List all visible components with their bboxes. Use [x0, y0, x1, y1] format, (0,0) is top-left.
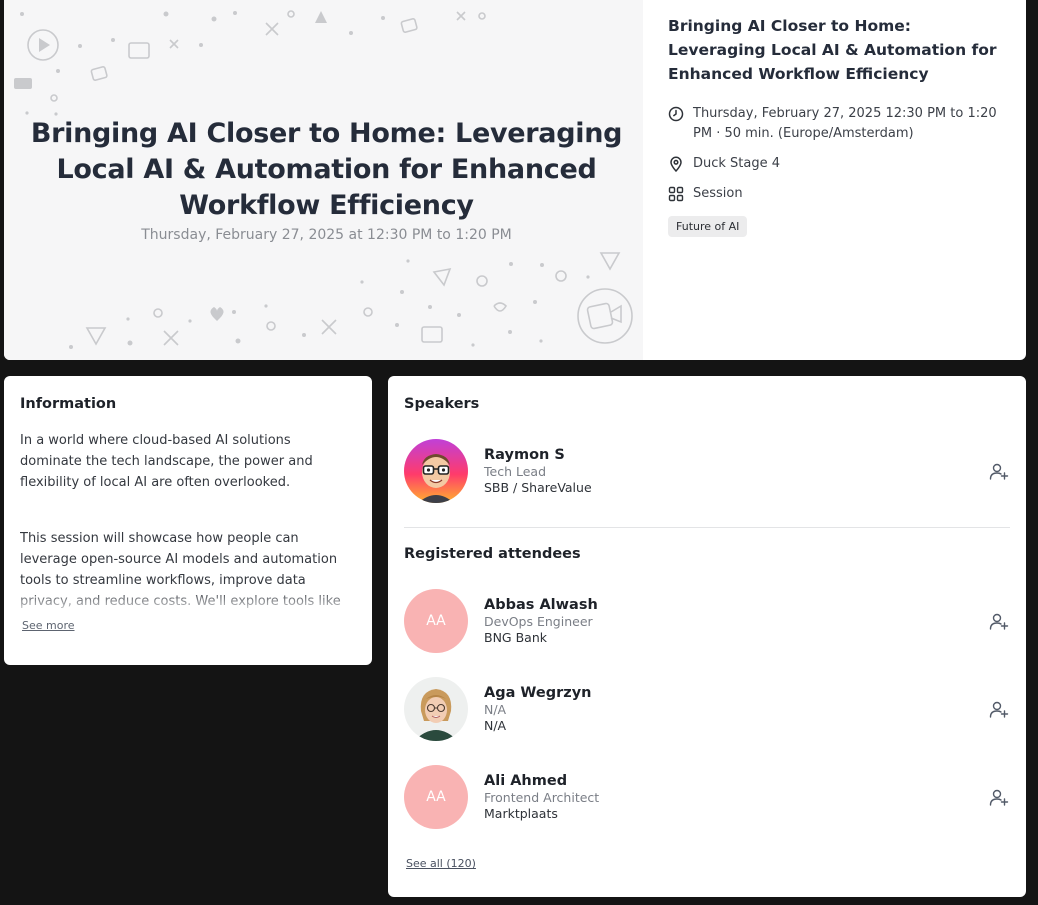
- session-location: Duck Stage 4: [693, 156, 781, 171]
- see-all-attendees-link[interactable]: See all (120): [406, 857, 1010, 870]
- person-role: Frontend Architect: [484, 790, 600, 805]
- person-role: DevOps Engineer: [484, 614, 593, 629]
- session-datetime: Thursday, February 27, 2025 12:30 PM to …: [693, 106, 997, 141]
- person-name[interactable]: Abbas Alwash: [484, 596, 598, 614]
- attendees-heading: Registered attendees: [404, 546, 581, 562]
- information-heading: Information: [20, 396, 117, 412]
- grid-icon: [668, 186, 684, 202]
- session-card: Bringing AI Closer to Home: Leveraging L…: [4, 0, 1026, 360]
- user-plus-icon: [989, 701, 1009, 718]
- session-banner-image: Bringing AI Closer to Home: Leveraging L…: [4, 0, 643, 360]
- see-more-link[interactable]: See more: [22, 619, 356, 632]
- attendee-photo: [404, 677, 468, 741]
- person-org: Marktplaats: [484, 806, 558, 821]
- person-info: Aga Wegrzyn N/A N/A: [484, 684, 592, 734]
- map-pin-icon: [670, 156, 682, 172]
- follow-button[interactable]: [988, 699, 1010, 721]
- person-name[interactable]: Ali Ahmed: [484, 772, 599, 790]
- attendee-item[interactable]: AA Abbas Alwash DevOps Engineer BNG Bank: [404, 589, 1010, 653]
- attendee-item[interactable]: AA Ali Ahmed Frontend Architect Marktpla…: [404, 765, 1010, 829]
- person-org: SBB / ShareValue: [484, 480, 592, 495]
- person-role: N/A: [484, 702, 507, 717]
- speaker-item[interactable]: Raymon S Tech Lead SBB / ShareValue: [404, 439, 1010, 503]
- session-details: Bringing AI Closer to Home: Leveraging L…: [668, 14, 1008, 237]
- session-location-row: Duck Stage 4: [668, 154, 1008, 174]
- avatar: AA: [404, 765, 468, 829]
- avatar: [404, 677, 468, 741]
- speakers-heading: Speakers: [404, 396, 480, 412]
- people-card: Speakers Raymon S Tech Lead SBB / ShareV…: [388, 376, 1026, 897]
- attendee-item[interactable]: Aga Wegrzyn N/A N/A: [404, 677, 1010, 741]
- person-info: Raymon S Tech Lead SBB / ShareValue: [484, 446, 592, 496]
- session-type-row: Session: [668, 184, 1008, 204]
- information-paragraph: In a world where cloud-based AI solution…: [20, 433, 313, 490]
- clock-icon: [668, 106, 684, 122]
- session-datetime-row: Thursday, February 27, 2025 12:30 PM to …: [668, 104, 1008, 144]
- user-plus-icon: [989, 789, 1009, 806]
- avatar: [404, 439, 468, 503]
- user-plus-icon: [989, 463, 1009, 480]
- speaker-photo: [404, 439, 468, 503]
- information-card: Information In a world where cloud-based…: [4, 376, 372, 665]
- track-tag[interactable]: Future of AI: [668, 216, 748, 237]
- section-divider: [404, 527, 1010, 528]
- person-org: N/A: [484, 718, 507, 733]
- person-info: Abbas Alwash DevOps Engineer BNG Bank: [484, 596, 598, 646]
- person-info: Ali Ahmed Frontend Architect Marktplaats: [484, 772, 599, 822]
- avatar: AA: [404, 589, 468, 653]
- information-paragraph: This session will showcase how people ca…: [20, 531, 341, 616]
- information-body: In a world where cloud-based AI solution…: [20, 430, 356, 616]
- person-role: Tech Lead: [484, 464, 546, 479]
- session-type: Session: [693, 186, 743, 201]
- follow-button[interactable]: [988, 461, 1010, 483]
- user-plus-icon: [989, 613, 1009, 630]
- follow-button[interactable]: [988, 611, 1010, 633]
- follow-button[interactable]: [988, 787, 1010, 809]
- banner-title: Bringing AI Closer to Home: Leveraging L…: [30, 118, 623, 221]
- person-org: BNG Bank: [484, 630, 547, 645]
- person-name[interactable]: Raymon S: [484, 446, 592, 464]
- session-title: Bringing AI Closer to Home: Leveraging L…: [668, 17, 997, 83]
- person-name[interactable]: Aga Wegrzyn: [484, 684, 592, 702]
- banner-date: Thursday, February 27, 2025 at 12:30 PM …: [141, 227, 512, 243]
